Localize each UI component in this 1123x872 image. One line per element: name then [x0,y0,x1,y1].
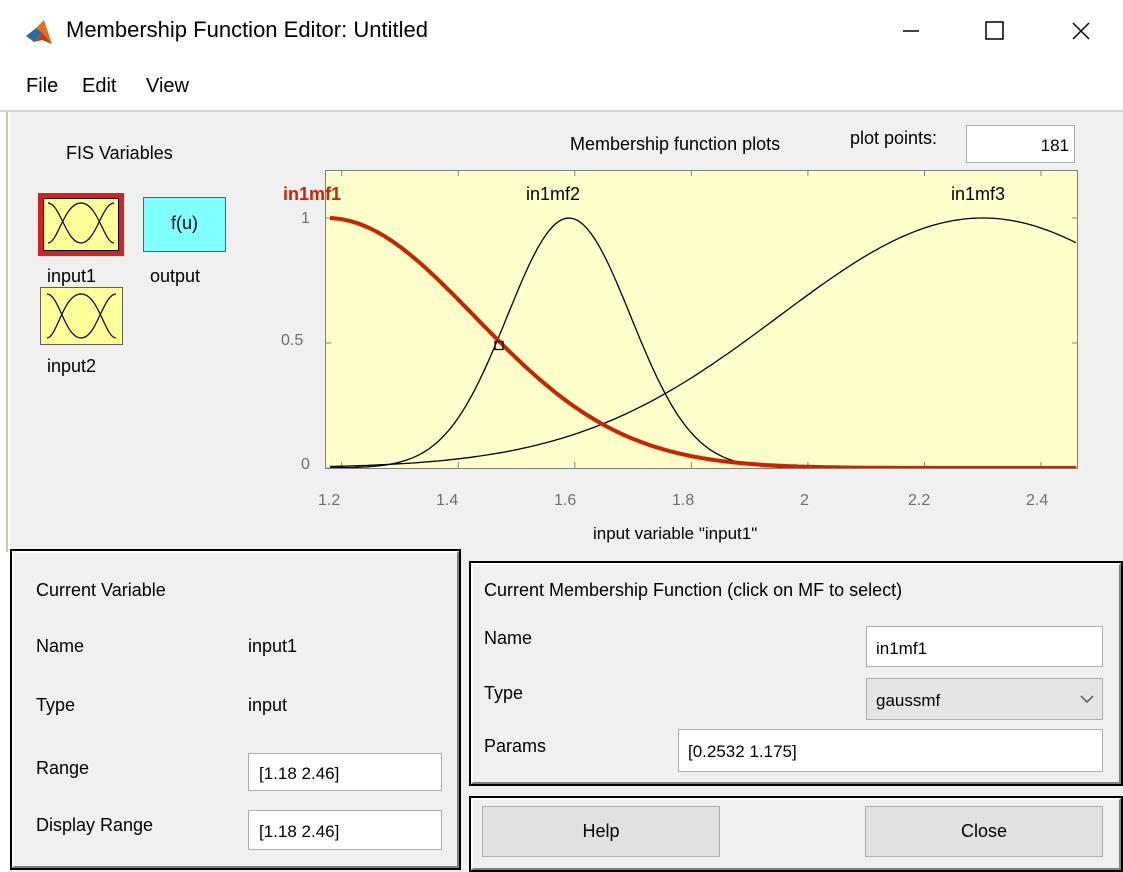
minimize-icon [903,30,919,32]
menu-view[interactable]: View [146,75,189,98]
mf-name-label: Name [484,628,533,648]
menu-file[interactable]: File [26,75,58,98]
y-tick-0: 0 [301,456,310,473]
x-tick-2-4: 2.4 [1026,492,1049,509]
x-tick-2-2: 2.2 [908,492,931,509]
left-edge [0,112,10,552]
x-tick-1-4: 1.4 [436,492,459,509]
close-button-label: Close [960,821,1008,841]
mf-label-in1mf2[interactable]: in1mf2 [526,184,580,205]
help-button-label: Help [582,821,620,841]
plot-points-label: plot points: [850,128,938,148]
close-window-button[interactable] [1039,0,1123,62]
mf-type-select[interactable]: gaussmf [866,678,1103,720]
x-axis-label: input variable "input1" [593,524,758,543]
chevron-down-icon [1080,695,1094,704]
x-tick-2: 2 [800,492,809,509]
maximize-button[interactable] [953,0,1037,62]
input2-mf-icon [46,293,117,339]
mf-type-select-value: gaussmf [876,691,941,710]
display-range-input[interactable]: [1.18 2.46] [248,810,442,850]
range-input[interactable]: [1.18 2.46] [248,753,442,791]
help-button[interactable]: Help [482,806,720,857]
input2-label: input2 [47,356,97,376]
mf-type-label: Type [484,683,524,703]
close-button[interactable]: Close [865,806,1103,857]
x-tick-1-6: 1.6 [554,492,577,509]
matlab-logo-icon [26,20,52,44]
plot-points-input[interactable]: 181 [966,125,1075,163]
title-bar: Membership Function Editor: Untitled [0,0,1123,62]
display-range-input-value: [1.18 2.46] [259,822,340,841]
left-edge-line [6,112,8,552]
cv-name-value: input1 [248,636,298,656]
mf-params-label: Params [484,736,547,756]
plot-frame [325,170,1078,469]
mf-name-input[interactable]: in1mf1 [866,626,1103,667]
y-tick-0-5: 0.5 [281,332,304,349]
fis-variables-title: FIS Variables [66,143,173,163]
cv-range-label: Range [36,758,90,778]
input1-variable-box[interactable] [38,193,124,256]
mf-params-input-value: [0.2532 1.175] [688,742,797,761]
menu-edit[interactable]: Edit [82,75,116,98]
maximize-icon [985,21,1004,40]
input1-label: input1 [47,266,97,286]
mf-name-input-value: in1mf1 [876,639,928,658]
x-tick-1-2: 1.2 [318,492,341,509]
mf-label-in1mf3[interactable]: in1mf3 [951,184,1005,205]
minimize-button[interactable] [869,0,953,62]
plot-title: Membership function plots [570,134,781,154]
output-box-text: f(u) [171,213,198,233]
output-variable-box[interactable]: f(u) [143,197,226,252]
x-tick-1-8: 1.8 [672,492,695,509]
cv-type-value: input [248,695,288,715]
input1-mf-icon [47,202,115,244]
mf-label-in1mf1[interactable]: in1mf1 [283,184,341,205]
input2-variable-box[interactable] [40,287,123,345]
window-title: Membership Function Editor: Untitled [66,17,428,42]
y-tick-1: 1 [301,210,310,227]
cv-name-label: Name [36,636,85,656]
output-label: output [150,266,201,286]
range-input-value: [1.18 2.46] [259,764,340,783]
cv-type-label: Type [36,695,76,715]
mf-params-input[interactable]: [0.2532 1.175] [678,729,1103,772]
current-mf-title: Current Membership Function (click on MF… [484,580,903,600]
menu-bar: File Edit View [0,62,1123,112]
current-variable-title: Current Variable [36,580,166,600]
cv-display-range-label: Display Range [36,815,154,835]
close-icon [1072,22,1090,40]
plot-points-value: 181 [1040,136,1069,155]
